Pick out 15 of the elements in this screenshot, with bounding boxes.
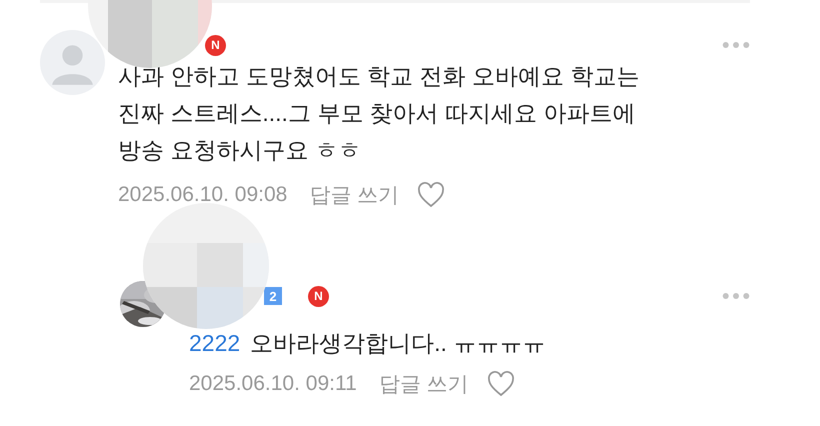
- more-icon[interactable]: [722, 292, 750, 300]
- mention-link[interactable]: 2222: [189, 330, 240, 356]
- reply-time: 2025.06.10. 09:11: [189, 372, 357, 396]
- new-badge: N: [205, 34, 226, 56]
- more-icon[interactable]: [722, 41, 750, 49]
- reply-link[interactable]: 답글 쓰기: [309, 181, 400, 209]
- level-badge: 2: [264, 287, 282, 305]
- comment-text: 사과 안하고 도망쳤어도 학교 전화 오바예요 학교는 진짜 스트레스....그 부모 찾아서 따지세요 아파트에 방송 요청하시구요 ㅎㅎ: [118, 62, 640, 165]
- new-badge: N: [308, 286, 329, 306]
- heart-icon[interactable]: [486, 371, 515, 397]
- default-avatar-icon: [40, 30, 105, 95]
- reply-link[interactable]: 답글 쓰기: [378, 370, 469, 398]
- comment-time: 2025.06.10. 09:08: [118, 183, 288, 207]
- reply-text: 오바라생각합니다.. ㅠㅠㅠㅠ: [250, 329, 546, 358]
- heart-icon[interactable]: [417, 182, 446, 208]
